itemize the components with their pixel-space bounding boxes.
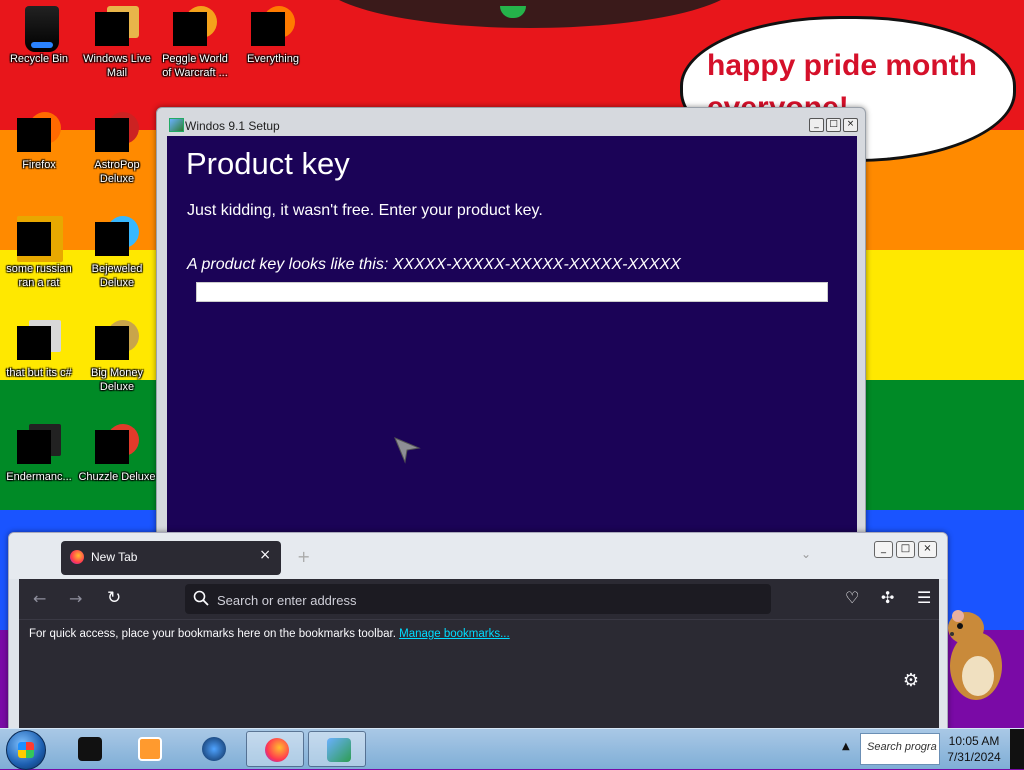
firefox-icon [17,112,61,156]
pocket-icon[interactable]: ♡ [845,588,859,607]
setup-content: Product key Just kidding, it wasn't free… [167,136,857,538]
chuzzle-icon [95,424,139,468]
desktop-icon-label: Peggle World of Warcraft ... [162,53,228,79]
desktop-icon-that-but-its-csharp[interactable]: that but its c# [0,320,78,380]
nav-toolbar: ← → ↻ ♡ ✣ ☰ [19,579,939,619]
terminal-icon [17,424,61,468]
money-bag-icon [95,320,139,364]
desktop-icon-label: Endermanc... [6,471,72,483]
clock-date: 7/31/2024 [947,750,1001,764]
close-button[interactable]: × [918,541,937,558]
windows-logo-icon [18,742,34,758]
firefox-icon [70,550,84,564]
address-bar[interactable] [185,584,771,614]
minimize-button[interactable]: _ [809,118,824,132]
tray-search-text: Search progra [867,741,937,753]
clock-time: 10:05 AM [948,734,1000,748]
desktop-icon-label: Windows Live Mail [83,53,151,79]
tab-close-icon[interactable]: × [259,547,271,563]
manage-bookmarks-link[interactable]: Manage bookmarks... [399,628,510,640]
gear-icon[interactable]: ⚙ [903,670,919,691]
bejeweled-icon [95,216,139,260]
minimize-button[interactable]: _ [874,541,893,558]
media-player-icon [138,737,162,761]
desktop-icon-label: Bejeweled Deluxe [91,263,143,289]
desktop-icon-bejeweled[interactable]: Bejeweled Deluxe [78,216,156,290]
browser-window[interactable]: New Tab × + ⌄ _ □ × ← → ↻ ♡ ✣ ☰ For quic… [8,532,948,734]
setup-icon [327,738,351,762]
window-stack-icon [17,320,61,364]
start-button[interactable] [6,730,46,770]
page-title: Product key [186,146,350,181]
clock[interactable]: 10:05 AM 7/31/2024 [944,733,1004,765]
forward-button[interactable]: → [69,589,82,608]
app-icon [17,216,63,262]
tab-bar: New Tab × + ⌄ _ □ × [9,533,947,579]
globe-icon [202,737,226,761]
setup-window-controls: _ □ × [809,118,858,132]
bookmarks-message: For quick access, place your bookmarks h… [29,628,510,640]
taskbar-item-setup[interactable] [308,731,366,767]
taskbar-item-media-player[interactable] [120,731,178,767]
taskbar-item-terminal[interactable] [60,731,118,767]
desktop-icon-label: Recycle Bin [9,53,69,65]
mouse-cursor-icon [394,437,421,464]
mail-icon [95,6,139,50]
tray-expand-icon[interactable]: ▲ [842,741,850,752]
extensions-icon[interactable]: ✣ [881,588,894,607]
desktop-icon-firefox[interactable]: Firefox [0,112,78,172]
firefox-icon [265,738,289,762]
setup-description: Just kidding, it wasn't free. Enter your… [187,202,543,219]
desktop-icon-peggle[interactable]: Peggle World of Warcraft ... [156,6,234,80]
menu-icon[interactable]: ☰ [917,588,931,607]
search-icon [193,590,209,606]
maximize-button[interactable]: □ [826,118,841,132]
back-button[interactable]: ← [33,589,46,608]
astropop-icon [95,112,139,156]
taskbar-item-globe[interactable] [184,731,242,767]
desktop-icon-endermanch[interactable]: Endermanc... [0,424,78,484]
recycle-bin-icon [17,6,61,52]
desktop-icon-recycle-bin[interactable]: Recycle Bin [0,6,78,66]
setup-window[interactable]: Windos 9.1 Setup _ □ × Product key Just … [156,107,866,539]
desktop-icon-big-money[interactable]: Big Money Deluxe [78,320,156,394]
desktop-icon-everything[interactable]: Everything [234,6,312,66]
list-tabs-button[interactable]: ⌄ [801,547,811,561]
browser-window-controls: _ □ × [874,541,937,558]
desktop-icon-label: Big Money Deluxe [91,367,143,393]
search-app-icon [251,6,295,50]
desktop-icon-astropop[interactable]: AstroPop Deluxe [78,112,156,186]
maximize-button[interactable]: □ [896,541,915,558]
taskbar: ▲ Search progra 10:05 AM 7/31/2024 [0,728,1024,770]
desktop-icon-label: AstroPop Deluxe [94,159,140,185]
hamster-image [948,610,1002,700]
new-tab-page: ⚙ [19,650,939,733]
bookmarks-hint-text: For quick access, place your bookmarks h… [29,628,400,640]
desktop-icon-label: that but its c# [6,367,72,379]
desktop-icon-windows-live-mail[interactable]: Windows Live Mail [78,6,156,80]
desktop-icon-label: some russian ran a rat [6,263,72,289]
search-input[interactable] [215,588,759,612]
setup-window-title: Windos 9.1 Setup [185,119,280,133]
product-key-input[interactable] [196,282,828,302]
new-tab-button[interactable]: + [297,547,310,566]
desktop-icon-label: Everything [247,53,299,65]
desktop-icon-label: Chuzzle Deluxe [78,471,156,483]
bookmarks-toolbar: For quick access, place your bookmarks h… [19,619,939,651]
tray-search-box[interactable]: Search progra [860,733,940,765]
desktop-icon-label: Firefox [22,159,56,171]
tab-new-tab[interactable]: New Tab × [61,541,281,575]
show-desktop-button[interactable] [1010,729,1024,769]
peggle-icon [173,6,217,50]
tab-label: New Tab [91,550,138,564]
desktop-icon-chuzzle[interactable]: Chuzzle Deluxe [78,424,156,484]
close-button[interactable]: × [843,118,858,132]
setup-app-icon [169,118,184,132]
terminal-icon [78,737,102,761]
product-key-hint: A product key looks like this: XXXXX-XXX… [187,256,681,273]
taskbar-item-firefox[interactable] [246,731,304,767]
desktop-icon-russian-rat[interactable]: some russian ran a rat [0,216,78,290]
reload-button[interactable]: ↻ [107,588,121,608]
